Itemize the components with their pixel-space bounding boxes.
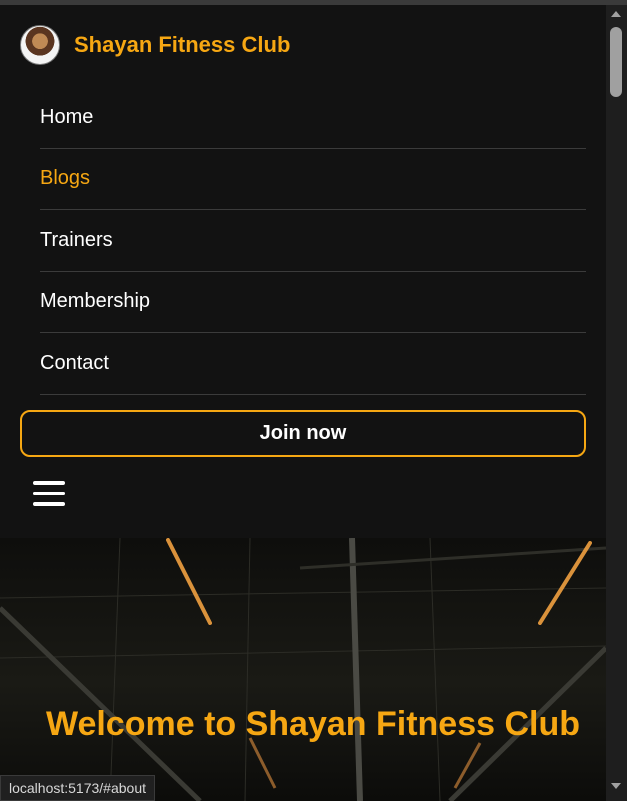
hero-title: Welcome to Shayan Fitness Club <box>45 705 581 743</box>
nav-item-home[interactable]: Home <box>40 87 586 149</box>
status-bar-url: localhost:5173/#about <box>0 775 155 801</box>
nav-item-membership[interactable]: Membership <box>40 272 586 333</box>
nav-item-trainers[interactable]: Trainers <box>40 210 586 272</box>
mobile-nav-menu: Home Blogs Trainers Membership Contact <box>40 87 586 395</box>
vertical-scrollbar[interactable] <box>606 5 627 801</box>
page: Shayan Fitness Club Home Blogs Trainers … <box>0 5 606 801</box>
nav-item-blogs[interactable]: Blogs <box>40 149 586 210</box>
scrollbar-thumb[interactable] <box>610 27 622 97</box>
hero-section: Welcome to Shayan Fitness Club <box>0 538 606 801</box>
hamburger-menu-icon[interactable] <box>33 481 65 507</box>
nav-item-contact[interactable]: Contact <box>40 333 586 395</box>
brand-name[interactable]: Shayan Fitness Club <box>74 32 290 58</box>
brand[interactable]: Shayan Fitness Club <box>20 25 290 65</box>
join-now-button[interactable]: Join now <box>20 410 586 457</box>
bodybuilder-logo-icon[interactable] <box>20 25 60 65</box>
scroll-up-arrow-icon[interactable] <box>611 11 621 17</box>
gym-ceiling-background <box>0 538 606 801</box>
scroll-down-arrow-icon[interactable] <box>611 783 621 789</box>
